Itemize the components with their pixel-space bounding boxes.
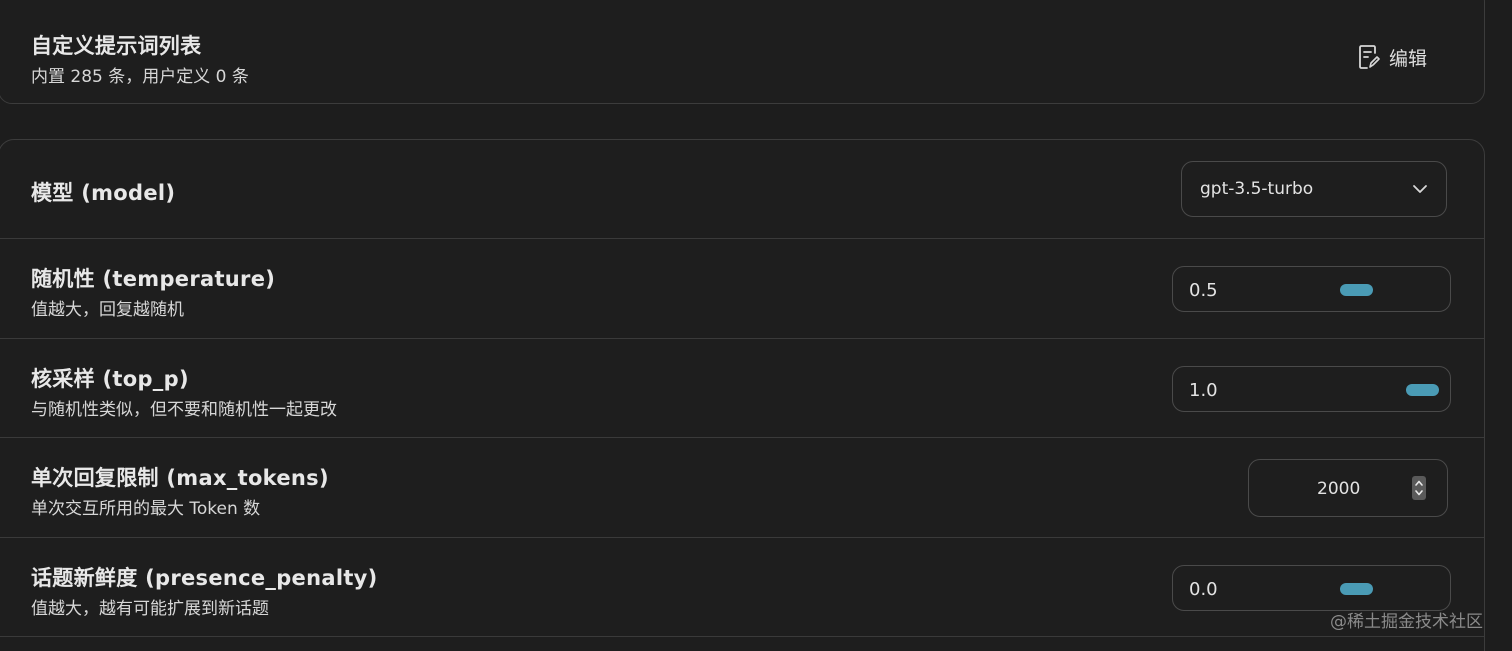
edit-document-icon — [1358, 44, 1380, 70]
top-p-value: 1.0 — [1189, 380, 1218, 401]
divider — [0, 338, 1484, 339]
model-title: 模型 (model) — [31, 181, 176, 205]
divider — [0, 636, 1484, 637]
presence-penalty-slider-thumb[interactable] — [1339, 583, 1373, 595]
prompt-list-subtitle: 内置 285 条，用户定义 0 条 — [31, 67, 249, 87]
watermark: @稀土掘金技术社区 — [1330, 612, 1483, 632]
temperature-title: 随机性 (temperature) — [31, 267, 276, 291]
presence-penalty-subtitle: 值越大，越有可能扩展到新话题 — [31, 599, 269, 619]
temperature-subtitle: 值越大，回复越随机 — [31, 300, 184, 320]
max-tokens-subtitle: 单次交互所用的最大 Token 数 — [31, 499, 261, 519]
max-tokens-input[interactable]: 2000 — [1248, 459, 1448, 517]
top-p-subtitle: 与随机性类似，但不要和随机性一起更改 — [31, 400, 337, 420]
divider — [0, 238, 1484, 239]
top-p-slider-thumb[interactable] — [1406, 384, 1439, 396]
model-select[interactable]: gpt-3.5-turbo — [1181, 161, 1447, 217]
max-tokens-title: 单次回复限制 (max_tokens) — [31, 466, 329, 490]
presence-penalty-slider[interactable]: 0.0 — [1172, 565, 1451, 611]
presence-penalty-title: 话题新鲜度 (presence_penalty) — [31, 566, 378, 590]
temperature-slider-thumb[interactable] — [1339, 284, 1373, 296]
model-select-value: gpt-3.5-turbo — [1200, 179, 1314, 199]
divider — [0, 537, 1484, 538]
prompt-list-card — [0, 0, 1485, 104]
settings-page: 自定义提示词列表 内置 285 条，用户定义 0 条 编辑 模型 (model)… — [0, 0, 1512, 651]
chevron-down-icon — [1412, 181, 1428, 201]
temperature-slider[interactable]: 0.5 — [1172, 266, 1451, 312]
edit-button[interactable]: 编辑 — [1358, 40, 1427, 74]
top-p-slider[interactable]: 1.0 — [1172, 366, 1451, 412]
max-tokens-value: 2000 — [1317, 479, 1361, 499]
temperature-value: 0.5 — [1189, 280, 1218, 301]
spinner-arrows-icon[interactable] — [1412, 476, 1426, 500]
top-p-title: 核采样 (top_p) — [31, 367, 189, 391]
edit-button-label: 编辑 — [1389, 47, 1428, 70]
presence-penalty-value: 0.0 — [1189, 579, 1218, 600]
prompt-list-title: 自定义提示词列表 — [31, 34, 202, 58]
divider — [0, 437, 1484, 438]
